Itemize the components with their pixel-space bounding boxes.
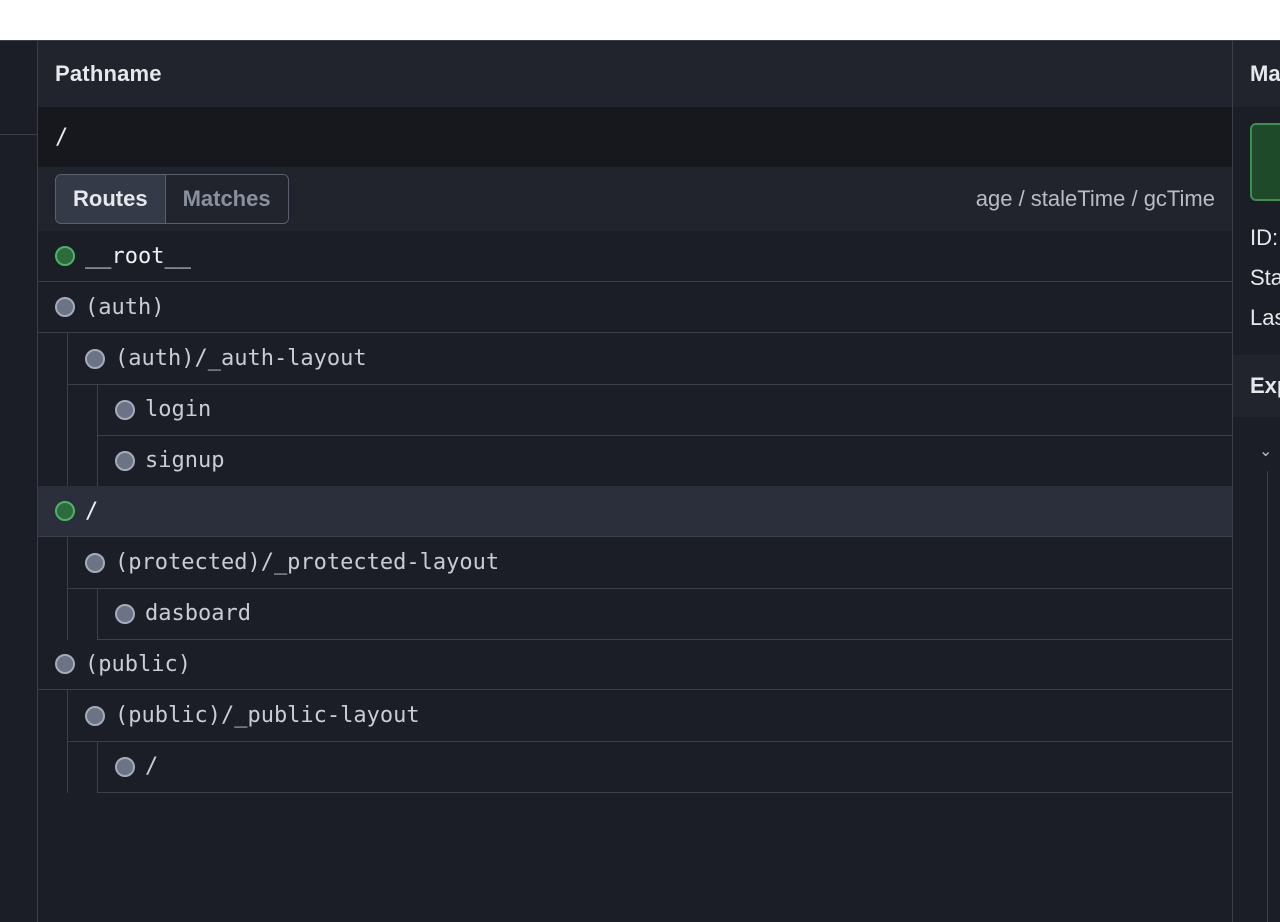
view-toggle: Routes Matches bbox=[55, 174, 289, 224]
route-status-icon bbox=[55, 297, 75, 317]
route-label: signup bbox=[145, 448, 225, 473]
route-label: (public) bbox=[85, 651, 191, 677]
route-status-icon bbox=[115, 450, 135, 471]
route-row[interactable]: signup bbox=[38, 435, 1232, 487]
tree-indent-line bbox=[67, 741, 68, 793]
tree-indent-line bbox=[97, 435, 98, 487]
route-label: __root__ bbox=[85, 243, 191, 269]
tab-routes[interactable]: Routes bbox=[56, 175, 166, 223]
explorer-title: Exp bbox=[1250, 373, 1280, 398]
match-last-updated-label: Las bbox=[1250, 305, 1280, 330]
route-label: / bbox=[85, 498, 99, 524]
route-row[interactable]: (public) bbox=[38, 639, 1232, 690]
route-row[interactable]: / bbox=[38, 741, 1232, 793]
route-label: (protected)/_protected-layout bbox=[115, 550, 500, 575]
route-row[interactable]: (auth)/_auth-layout bbox=[38, 333, 1232, 385]
tree-indent-line bbox=[67, 384, 68, 436]
tab-matches[interactable]: Matches bbox=[165, 175, 288, 223]
route-row[interactable]: (auth) bbox=[38, 282, 1232, 333]
tree-indent-line bbox=[67, 690, 68, 742]
left-collapsed-strip bbox=[0, 41, 38, 922]
match-status-badge bbox=[1250, 123, 1280, 201]
route-tree: __root__ (auth) (auth)/_auth-layoutlogin si… bbox=[38, 231, 1232, 793]
route-label: / bbox=[145, 754, 159, 779]
tree-indent-line bbox=[97, 741, 98, 793]
match-details-panel: Ma ID: Sta Las Exp ⌄ bbox=[1232, 41, 1280, 922]
explorer-header: Exp bbox=[1233, 355, 1280, 417]
devtools-panel: Pathname / Routes Matches age / staleTim… bbox=[0, 40, 1280, 922]
route-status-icon bbox=[85, 348, 105, 369]
tree-indent-line bbox=[97, 384, 98, 436]
tree-indent-line bbox=[67, 537, 68, 589]
route-status-icon bbox=[55, 246, 75, 266]
match-id-label: ID: bbox=[1250, 225, 1279, 250]
route-status-icon bbox=[115, 603, 135, 624]
row-divider bbox=[97, 792, 1232, 793]
route-row[interactable]: __root__ bbox=[38, 231, 1232, 282]
match-state-label: Sta bbox=[1250, 265, 1280, 290]
routes-panel: Pathname / Routes Matches age / staleTim… bbox=[38, 41, 1232, 922]
tree-indent-line bbox=[67, 435, 68, 487]
pathname-header: Pathname bbox=[38, 41, 1232, 107]
route-row[interactable]: / bbox=[38, 486, 1232, 537]
pathname-title: Pathname bbox=[55, 61, 162, 86]
explorer-tree-guide bbox=[1267, 471, 1268, 922]
route-label: (auth) bbox=[85, 294, 165, 320]
route-row[interactable]: login bbox=[38, 384, 1232, 436]
match-details-header: Ma bbox=[1233, 41, 1280, 107]
route-status-icon bbox=[115, 756, 135, 777]
age-stale-gc-label: age / staleTime / gcTime bbox=[975, 186, 1215, 211]
pathname-value: / bbox=[38, 107, 1232, 167]
chevron-down-icon[interactable]: ⌄ bbox=[1259, 441, 1272, 461]
tree-indent-line bbox=[97, 588, 98, 640]
match-details-title: Ma bbox=[1250, 61, 1280, 86]
route-status-icon bbox=[85, 705, 105, 726]
tabs-bar: Routes Matches age / staleTime / gcTime bbox=[38, 167, 1232, 231]
route-row[interactable]: (protected)/_protected-layout bbox=[38, 537, 1232, 589]
route-label: dasboard bbox=[145, 601, 251, 626]
tree-indent-line bbox=[67, 333, 68, 385]
route-status-icon bbox=[115, 399, 135, 420]
route-status-icon bbox=[85, 552, 105, 573]
route-status-icon bbox=[55, 501, 75, 521]
route-label: (auth)/_auth-layout bbox=[115, 346, 367, 371]
route-label: (public)/_public-layout bbox=[115, 703, 420, 728]
route-row[interactable]: (public)/_public-layout bbox=[38, 690, 1232, 742]
pathname-text: / bbox=[55, 124, 69, 150]
route-status-icon bbox=[55, 654, 75, 674]
divider bbox=[0, 134, 38, 135]
route-row[interactable]: dasboard bbox=[38, 588, 1232, 640]
tree-indent-line bbox=[67, 588, 68, 640]
route-label: login bbox=[145, 397, 212, 422]
